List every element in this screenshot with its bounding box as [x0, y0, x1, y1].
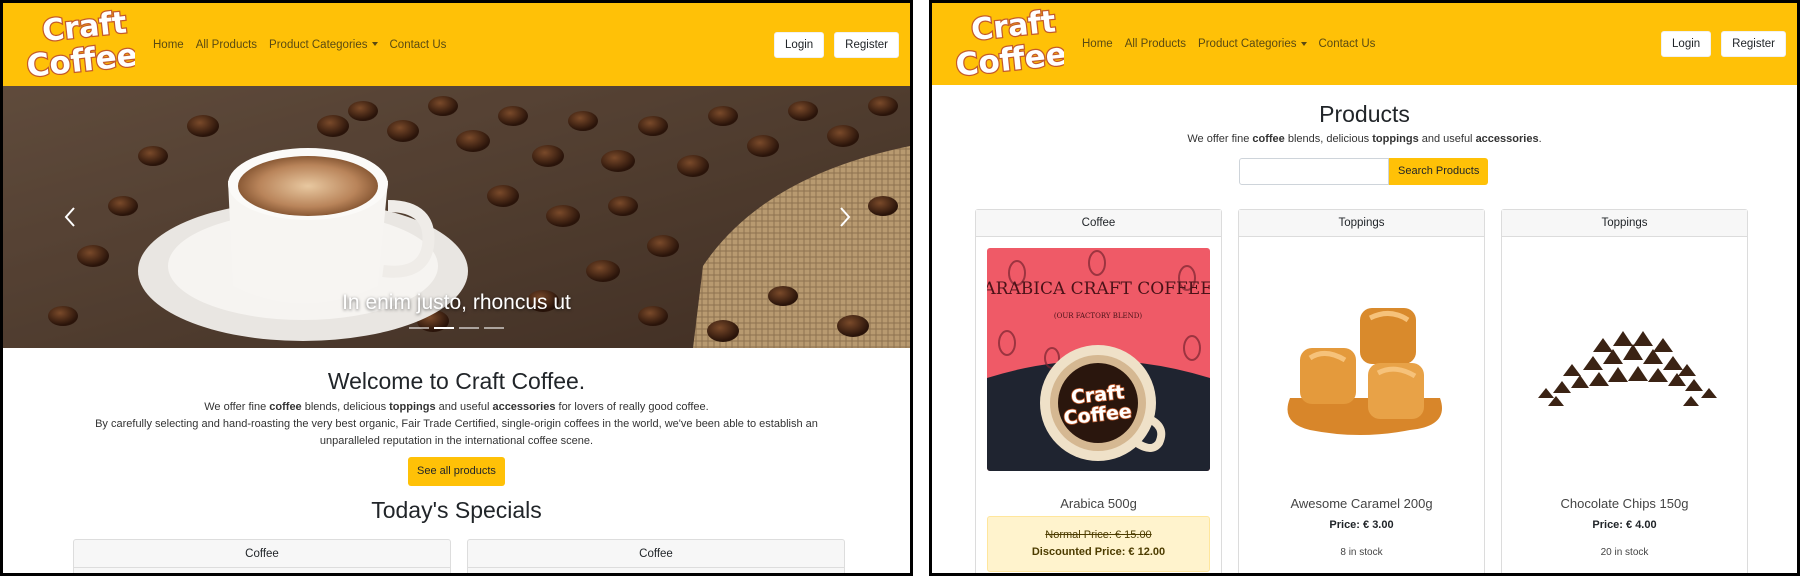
- search-products-button[interactable]: Search Products: [1389, 158, 1489, 185]
- craft-coffee-logo[interactable]: Craft Coffee: [952, 5, 1064, 83]
- caramel-image: [1250, 248, 1473, 471]
- see-all-products-button[interactable]: See all products: [408, 457, 505, 486]
- product-search: Search Products: [1239, 158, 1489, 185]
- login-button[interactable]: Login: [774, 31, 825, 58]
- nav-all-products[interactable]: All Products: [1119, 38, 1192, 50]
- special-card-category: Coffee: [468, 540, 844, 568]
- product-card[interactable]: Toppings Awesome Caramel 200g Price: € 3…: [1238, 209, 1485, 573]
- register-button[interactable]: Register: [1721, 31, 1786, 57]
- craft-coffee-logo[interactable]: Craft Coffee: [23, 6, 135, 84]
- products-page: Craft Coffee Home All Products Product C…: [929, 0, 1800, 576]
- product-category: Toppings: [1502, 210, 1747, 237]
- discounted-price: Discounted Price: € 12.00: [1031, 546, 1166, 558]
- discount-price-box: Normal Price: € 15.00 Discounted Price: …: [987, 516, 1210, 572]
- carousel-indicators: [3, 327, 910, 329]
- nav-all-products[interactable]: All Products: [190, 39, 263, 51]
- nav-home[interactable]: Home: [147, 39, 190, 51]
- product-name[interactable]: Chocolate Chips 150g: [1502, 496, 1747, 511]
- navbar: Craft Coffee Home All Products Product C…: [932, 3, 1797, 85]
- products-title: Products: [1319, 101, 1410, 127]
- nav-contact[interactable]: Contact Us: [384, 39, 453, 51]
- special-card-category: Coffee: [74, 540, 450, 568]
- package-title: ARABICA CRAFT COFFEE: [987, 279, 1210, 299]
- hero-carousel: In enim justo, rhoncus ut: [3, 86, 910, 348]
- nav-contact[interactable]: Contact Us: [1313, 38, 1382, 50]
- product-price: Price: € 4.00: [1592, 519, 1657, 531]
- intro-line-2: By carefully selecting and hand-roasting…: [95, 418, 818, 430]
- carousel-indicator[interactable]: [409, 327, 429, 329]
- intro-text: We offer fine coffee blends, delicious t…: [3, 399, 910, 486]
- svg-text:Coffee: Coffee: [25, 37, 135, 84]
- product-category: Coffee: [976, 210, 1221, 237]
- nav-links: Home All Products Product Categories Con…: [1076, 38, 1381, 50]
- product-card[interactable]: Coffee ARABICA CRAFT COFFEE (OUR FACTORY…: [975, 209, 1222, 573]
- carousel-indicator[interactable]: [484, 327, 504, 329]
- intro-line-3: unparalleled reputation in the internati…: [319, 435, 594, 447]
- search-input[interactable]: [1239, 158, 1389, 185]
- caret-down-icon: [371, 42, 378, 47]
- nav-categories-label: Product Categories: [269, 38, 368, 51]
- nav-product-categories[interactable]: Product Categories: [1192, 38, 1312, 50]
- carousel-caption: In enim justo, rhoncus ut: [342, 291, 571, 314]
- carousel-indicator[interactable]: [459, 327, 479, 329]
- product-card[interactable]: Toppings Chocolate Chips 150g Price: € 4…: [1501, 209, 1748, 573]
- nav-home[interactable]: Home: [1076, 38, 1119, 50]
- carousel-next-icon[interactable]: [838, 206, 852, 228]
- nav-categories-label: Product Categories: [1198, 38, 1297, 50]
- package-subtitle: (OUR FACTORY BLEND): [1054, 312, 1142, 320]
- special-card[interactable]: Coffee: [467, 539, 845, 573]
- product-name[interactable]: Arabica 500g: [976, 496, 1221, 511]
- product-stock: 8 in stock: [1340, 547, 1383, 558]
- login-button[interactable]: Login: [1661, 31, 1712, 57]
- intro-line-1: We offer fine coffee blends, delicious t…: [204, 401, 709, 413]
- special-card[interactable]: Coffee: [73, 539, 451, 573]
- register-button[interactable]: Register: [834, 31, 899, 58]
- arabica-package-image: ARABICA CRAFT COFFEE (OUR FACTORY BLEND)…: [987, 248, 1210, 471]
- product-name[interactable]: Awesome Caramel 200g: [1239, 496, 1484, 511]
- product-stock: 20 in stock: [1600, 547, 1649, 558]
- products-subtitle: We offer fine coffee blends, delicious t…: [1187, 133, 1542, 145]
- home-page: Craft Coffee Home All Products Product C…: [0, 0, 913, 576]
- product-category: Toppings: [1239, 210, 1484, 237]
- carousel-indicator[interactable]: [434, 327, 454, 329]
- welcome-title: Welcome to Craft Coffee.: [327, 368, 586, 394]
- navbar: Craft Coffee Home All Products Product C…: [3, 3, 910, 86]
- carousel-prev-icon[interactable]: [63, 206, 77, 228]
- specials-title: Today's Specials: [371, 497, 542, 523]
- chocolate-chips-image: [1513, 248, 1736, 471]
- nav-links: Home All Products Product Categories Con…: [147, 39, 452, 51]
- svg-text:Coffee: Coffee: [954, 36, 1064, 83]
- nav-product-categories[interactable]: Product Categories: [263, 39, 383, 51]
- product-price: Price: € 3.00: [1329, 519, 1394, 531]
- caret-down-icon: [1300, 41, 1307, 46]
- normal-price: Normal Price: € 15.00: [1045, 529, 1152, 541]
